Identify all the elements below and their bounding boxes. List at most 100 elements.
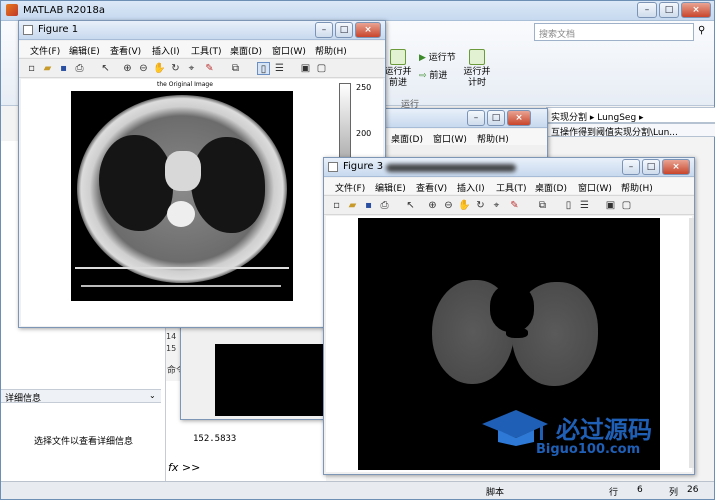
figure1-title-bar[interactable]: Figure 1 – □ × [19, 21, 385, 40]
maximize-button[interactable]: □ [659, 2, 679, 18]
pan-icon[interactable]: ✋ [458, 199, 471, 212]
new-figure-icon[interactable]: ▫ [25, 62, 38, 75]
pointer-icon[interactable]: ↖ [99, 62, 112, 75]
menu-item-edit[interactable]: 编辑(E) [69, 44, 100, 57]
maximize-button[interactable]: □ [642, 159, 660, 175]
status-col-value: 26 [687, 485, 699, 495]
figure3-menubar: 文件(F) 编辑(E) 查看(V) 插入(I) 工具(T) 桌面(D) 窗口(W… [324, 178, 694, 194]
search-docs-input[interactable]: 搜索文档 [534, 23, 694, 41]
brush-icon[interactable]: ✎ [508, 199, 521, 212]
colorbar-icon[interactable]: ▯ [257, 62, 270, 75]
zoom-in-icon[interactable]: ⊕ [426, 199, 439, 212]
figure1-title: Figure 1 [38, 24, 79, 35]
legend-icon[interactable]: ☰ [578, 199, 591, 212]
status-script-label: 脚本 [486, 488, 505, 498]
matlab-title-bar[interactable]: MATLAB R2018a – □ × [1, 1, 714, 21]
legend-icon[interactable]: ☰ [273, 62, 286, 75]
menu-item-insert[interactable]: 插入(I) [457, 181, 485, 194]
chevron-down-icon[interactable]: ⌄ [149, 391, 156, 400]
run-section-label: 运行节 [428, 53, 456, 63]
rotate-icon[interactable]: ↻ [474, 199, 487, 212]
status-bar: 脚本 行 6 列 26 [1, 481, 714, 499]
menu-item-view[interactable]: 查看(V) [110, 44, 141, 57]
close-button[interactable]: × [507, 110, 531, 126]
open-file-icon[interactable]: ▰ [346, 199, 359, 212]
figure3-scrollbar[interactable] [689, 218, 694, 468]
new-figure-icon[interactable]: ▫ [330, 199, 343, 212]
colorbar-tick-label: 200 [356, 129, 372, 138]
menu-item-file[interactable]: 文件(F) [30, 44, 60, 57]
ct-table-line-2 [81, 285, 281, 287]
menu-item-desktop[interactable]: 桌面(D) [230, 44, 262, 57]
pointer-icon[interactable]: ↖ [404, 199, 417, 212]
status-col-label: 列 [669, 488, 679, 498]
address-bar[interactable]: 实现分割 ▸ LungSeg ▸ [546, 107, 715, 123]
brush-icon[interactable]: ✎ [203, 62, 216, 75]
hide-plot-tools-icon[interactable]: ▣ [299, 62, 312, 75]
menu-item-insert[interactable]: 插入(I) [152, 44, 180, 57]
zoom-in-icon[interactable]: ⊕ [121, 62, 134, 75]
advance-button[interactable]: ⇨ 前进 [419, 71, 464, 82]
menu-item-window[interactable]: 窗口(W) [433, 132, 467, 145]
minimize-button[interactable]: – [467, 110, 485, 126]
search-icon[interactable]: ⚲ [698, 25, 705, 36]
command-output-value: 152.5833 [193, 434, 237, 444]
command-prompt[interactable]: fx >> [168, 461, 200, 474]
mediastinum-region [165, 151, 201, 191]
menu-item-desktop[interactable]: 桌面(D) [535, 181, 567, 194]
minimize-button[interactable]: – [622, 159, 640, 175]
menu-item-window[interactable]: 窗口(W) [578, 181, 612, 194]
menu-item-help[interactable]: 帮助(H) [477, 132, 509, 145]
open-file-icon[interactable]: ▰ [41, 62, 54, 75]
menu-item-help[interactable]: 帮助(H) [315, 44, 347, 57]
close-button[interactable]: × [662, 159, 690, 175]
hide-plot-tools-icon[interactable]: ▣ [604, 199, 617, 212]
data-cursor-icon[interactable]: ⌖ [185, 62, 198, 75]
show-plot-tools-icon[interactable]: ▢ [620, 199, 633, 212]
show-plot-tools-icon[interactable]: ▢ [315, 62, 328, 75]
figure-icon [23, 25, 33, 35]
close-button[interactable]: × [681, 2, 711, 18]
link-icon[interactable]: ⧉ [536, 199, 549, 212]
link-icon[interactable]: ⧉ [229, 62, 242, 75]
maximize-button[interactable]: □ [335, 22, 353, 38]
figure3-title-bar[interactable]: Figure 3 – □ × [324, 158, 694, 177]
colorbar-icon[interactable]: ▯ [562, 199, 575, 212]
menu-item-tools[interactable]: 工具(T) [496, 181, 527, 194]
save-icon[interactable]: ▪ [362, 199, 375, 212]
menu-item-file[interactable]: 文件(F) [335, 181, 365, 194]
run-time-icon [469, 49, 485, 65]
pan-icon[interactable]: ✋ [153, 62, 166, 75]
figure1-toolbar: ▫ ▰ ▪ ⎙ ↖ ⊕ ⊖ ✋ ↻ ⌖ ✎ ⧉ ▯ ☰ ▣ ▢ [19, 58, 385, 78]
figure3-title: Figure 3 [343, 161, 384, 172]
figure1-image-title: the Original Image [157, 81, 213, 88]
print-icon[interactable]: ⎙ [378, 199, 391, 212]
editor-tab[interactable]: 互操作得到阈值实现分割\Lun... [546, 123, 715, 137]
menu-item-desktop[interactable]: 桌面(D) [391, 132, 423, 145]
run-section-button[interactable]: ▶ 运行节 [419, 53, 464, 64]
menu-item-tools[interactable]: 工具(T) [191, 44, 222, 57]
save-icon[interactable]: ▪ [57, 62, 70, 75]
close-button[interactable]: × [355, 22, 381, 38]
watermark-brand-url: Biguo100.com [536, 442, 641, 457]
minimize-button[interactable]: – [637, 2, 657, 18]
run-advance-button[interactable]: 运行并 前进 [383, 49, 413, 89]
zoom-out-icon[interactable]: ⊖ [137, 62, 150, 75]
run-time-button[interactable]: 运行并 计时 [463, 49, 491, 89]
details-header[interactable]: 详细信息 [1, 389, 161, 404]
line-numbers: 14 15 [166, 331, 176, 355]
rotate-icon[interactable]: ↻ [169, 62, 182, 75]
watermark-brand-cn: 必过源码 [556, 416, 652, 444]
matlab-logo-icon [6, 4, 18, 16]
menu-item-window[interactable]: 窗口(W) [272, 44, 306, 57]
minimize-button[interactable]: – [315, 22, 333, 38]
run-time-label: 运行并 计时 [463, 67, 491, 88]
data-cursor-icon[interactable]: ⌖ [490, 199, 503, 212]
maximize-button[interactable]: □ [487, 110, 505, 126]
menu-item-help[interactable]: 帮助(H) [621, 181, 653, 194]
menu-item-edit[interactable]: 编辑(E) [375, 181, 406, 194]
menu-item-view[interactable]: 查看(V) [416, 181, 447, 194]
print-icon[interactable]: ⎙ [73, 62, 86, 75]
figure-middle-image [215, 344, 325, 416]
zoom-out-icon[interactable]: ⊖ [442, 199, 455, 212]
